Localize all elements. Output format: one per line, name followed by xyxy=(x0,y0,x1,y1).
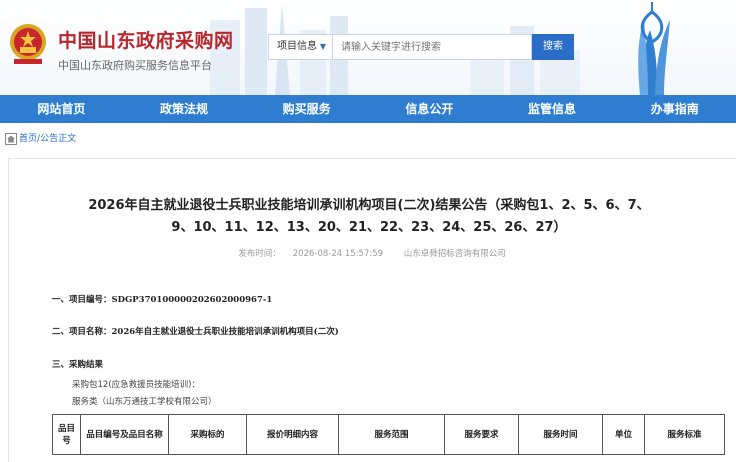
search-input[interactable] xyxy=(332,34,532,60)
search-button[interactable]: 搜索 xyxy=(532,34,574,60)
search-bar: 项目信息 ▼ 搜索 xyxy=(268,34,574,60)
column-header: 报价明细内容 xyxy=(246,414,339,455)
breadcrumb: 首页/公告正文 xyxy=(5,131,76,147)
column-header: 单位 xyxy=(602,414,645,455)
search-scope-label: 项目信息 xyxy=(277,41,317,52)
package-line: 采购包12(应急救援员技能培训)： xyxy=(72,380,200,390)
main-nav: 网站首页 政策法规 购买服务 信息公开 监管信息 办事指南 xyxy=(0,95,736,123)
nav-item-home[interactable]: 网站首页 xyxy=(0,95,123,123)
column-header: 服务标准 xyxy=(644,414,725,455)
article-meta: 发布时间： 2026-08-24 15:57:59 山东卓舜招标咨询有限公司 xyxy=(9,247,729,259)
caret-down-icon: ▼ xyxy=(319,42,326,51)
site-header: 中国山东政府采购网 中国山东政府购买服务信息平台 项目信息 ▼ 搜索 xyxy=(0,0,736,95)
agency-name: 山东卓舜招标咨询有限公司 xyxy=(403,249,506,259)
procurement-results-heading: 三、采购结果 xyxy=(52,360,104,370)
project-name-label: 二、项目名称： xyxy=(52,327,112,337)
results-table: 品目号 品目编号及品目名称 采购标的 报价明细内容 服务范围 服务要求 服务时间… xyxy=(52,414,725,455)
project-name-row: 二、项目名称：2026年自主就业退役士兵职业技能培训承训机构项目(二次) xyxy=(52,325,339,337)
column-header: 服务范围 xyxy=(338,414,445,455)
project-name: 2026年自主就业退役士兵职业技能培训承训机构项目(二次) xyxy=(111,327,339,337)
column-header: 服务时间 xyxy=(518,414,603,455)
article-title: 2026年自主就业退役士兵职业技能培训承训机构项目(二次)结果公告（采购包1、2… xyxy=(9,195,729,239)
home-icon xyxy=(5,132,17,145)
search-scope-dropdown[interactable]: 项目信息 ▼ xyxy=(268,34,332,60)
breadcrumb-current[interactable]: 公告正文 xyxy=(40,134,76,144)
nav-item-disclosure[interactable]: 信息公开 xyxy=(368,95,491,123)
table-header-row: 品目号 品目编号及品目名称 采购标的 报价明细内容 服务范围 服务要求 服务时间… xyxy=(52,414,725,455)
national-emblem-icon xyxy=(10,24,46,64)
project-number-row: 一、项目编号：SDGP370100000202602000967-1 xyxy=(52,293,272,305)
column-header: 服务要求 xyxy=(444,414,519,455)
project-number: SDGP370100000202602000967-1 xyxy=(111,295,273,305)
nav-item-purchase-services[interactable]: 购买服务 xyxy=(245,95,368,123)
article-title-line-1: 2026年自主就业退役士兵职业技能培训承训机构项目(二次)结果公告（采购包1、2… xyxy=(88,198,650,213)
breadcrumb-home-link[interactable]: 首页 xyxy=(19,134,37,144)
article-title-line-2: 9、10、11、12、13、20、21、22、23、24、25、26、27） xyxy=(171,220,567,235)
column-header: 品目号 xyxy=(52,414,81,455)
project-number-label: 一、项目编号： xyxy=(52,295,112,305)
column-header: 品目编号及品目名称 xyxy=(80,414,169,455)
column-header: 采购标的 xyxy=(168,414,247,455)
service-line: 服务类（山东万通技工学校有限公司） xyxy=(72,397,217,407)
publish-time: 2026-08-24 15:57:59 xyxy=(292,249,384,259)
site-title[interactable]: 中国山东政府采购网 xyxy=(58,26,234,53)
publish-time-label: 发布时间： xyxy=(238,249,281,259)
nav-item-policy[interactable]: 政策法规 xyxy=(123,95,246,123)
site-subtitle: 中国山东政府购买服务信息平台 xyxy=(58,59,212,72)
nav-item-supervision[interactable]: 监管信息 xyxy=(491,95,614,123)
nav-item-guide[interactable]: 办事指南 xyxy=(613,95,736,123)
